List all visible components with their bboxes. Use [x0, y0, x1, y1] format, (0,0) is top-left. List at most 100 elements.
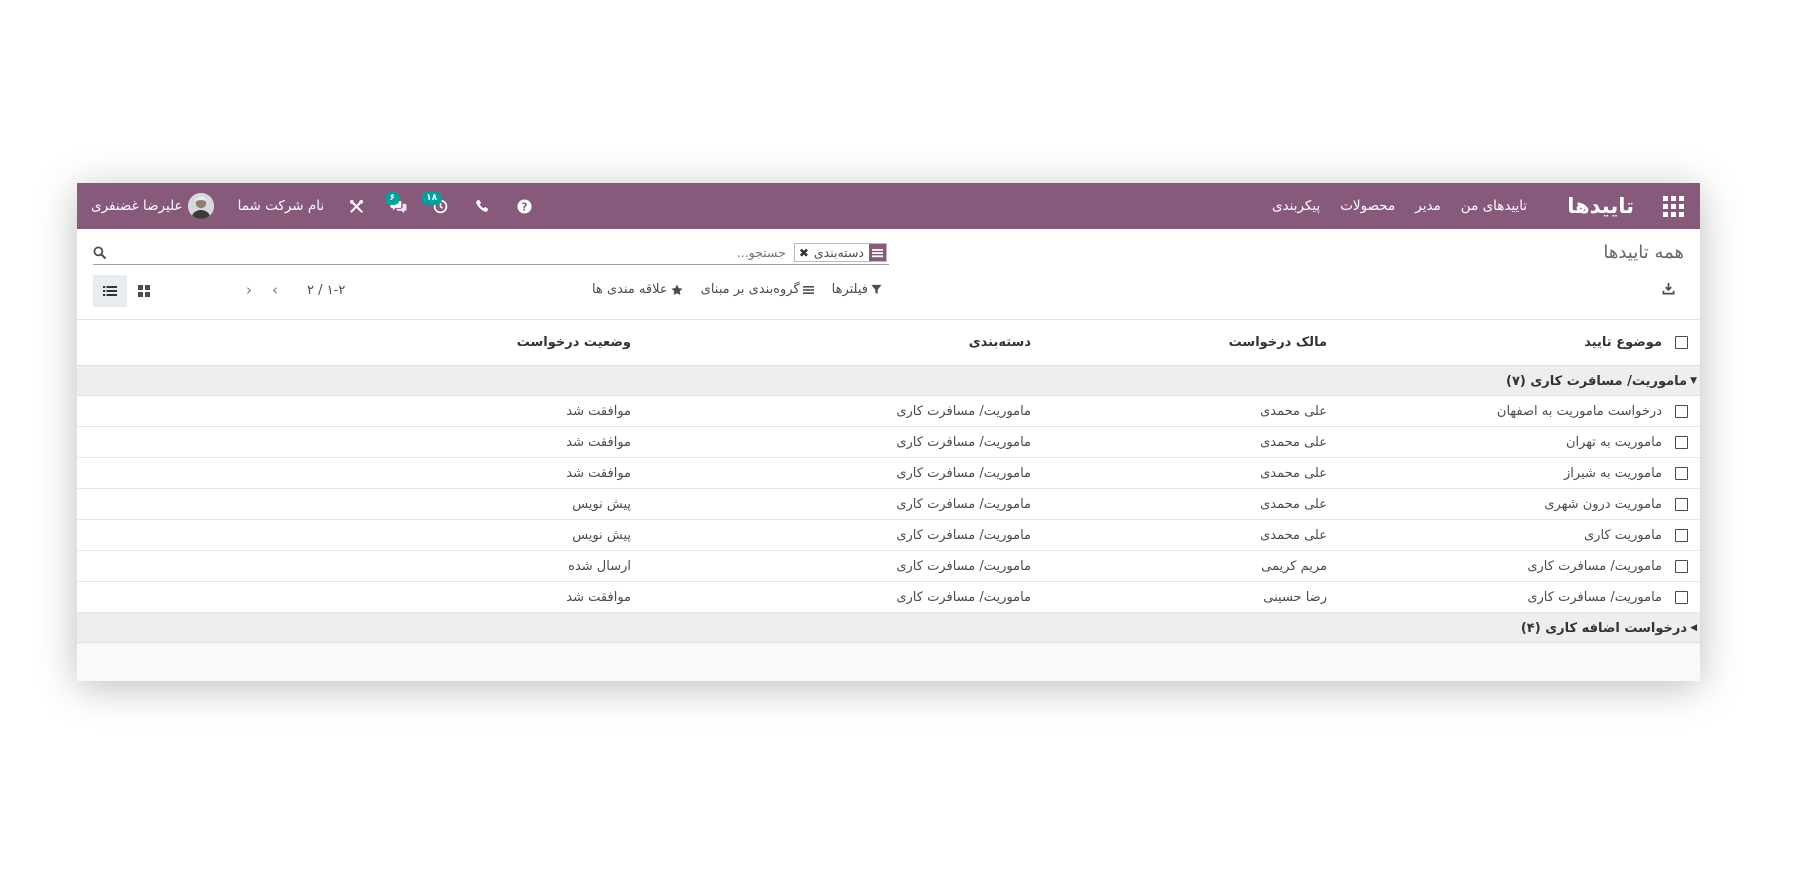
cell-category: ماموریت/ مسافرت کاری: [631, 581, 1031, 613]
star-icon: [671, 284, 683, 295]
pager-value[interactable]: ۱-۲ / ۲: [307, 283, 345, 298]
table-row[interactable]: ماموریت درون شهری علی محمدی ماموریت/ مسا…: [77, 488, 1700, 520]
pager: ۱-۲ / ۲ › ‹: [233, 281, 345, 299]
group-cell: ◀ درخواست اضافه کاری (۴): [77, 612, 1700, 643]
cell-owner: علی محمدی: [1031, 426, 1327, 458]
row-checkbox[interactable]: [1674, 590, 1688, 604]
messages-icon[interactable]: ۶: [384, 192, 408, 216]
approvals-table: موضوع تایید مالک درخواست دسته‌بندی وضعیت…: [77, 320, 1700, 643]
row-select-cell: [1662, 519, 1700, 551]
cell-category: ماموریت/ مسافرت کاری: [631, 550, 1031, 582]
facet-remove-icon[interactable]: ✖: [795, 246, 809, 260]
row-checkbox[interactable]: [1674, 404, 1688, 418]
table-header-row: موضوع تایید مالک درخواست دسته‌بندی وضعیت…: [77, 320, 1700, 366]
message-count-badge: ۶: [384, 192, 401, 205]
main-menu: تاییدهای من مدیر محصولات پیکربندی: [1252, 198, 1527, 214]
cell-state: موافقت شد: [77, 457, 631, 489]
table-row[interactable]: ماموریت/ مسافرت کاری مریم کریمی ماموریت/…: [77, 550, 1700, 582]
menu-manager[interactable]: مدیر: [1415, 198, 1441, 214]
cell-owner: مریم کریمی: [1031, 550, 1327, 582]
group-by-button[interactable]: گروه‌بندی بر مبنای: [701, 282, 814, 297]
activity-count-badge: ۱۸: [421, 192, 443, 205]
kanban-view-icon: [138, 285, 150, 297]
cell-category: ماموریت/ مسافرت کاری: [631, 426, 1031, 458]
favorites-label: علاقه مندی ها: [591, 282, 668, 297]
cell-subject: ماموریت/ مسافرت کاری: [1327, 550, 1662, 582]
cell-subject: درخواست ماموریت به اصفهان: [1327, 395, 1662, 427]
cell-state: موافقت شد: [77, 426, 631, 458]
search-input[interactable]: [177, 245, 794, 260]
row-checkbox[interactable]: [1674, 497, 1688, 511]
header-subject[interactable]: موضوع تایید: [1327, 320, 1662, 366]
user-name: علیرضا غضنفری: [91, 198, 183, 214]
list-view-button[interactable]: [93, 275, 127, 307]
row-select-cell: [1662, 581, 1700, 613]
pager-next-icon[interactable]: ›: [265, 281, 285, 299]
table-row[interactable]: درخواست ماموریت به اصفهان علی محمدی مامو…: [77, 395, 1700, 427]
cell-state: پیش نویس: [77, 519, 631, 551]
row-checkbox[interactable]: [1674, 435, 1688, 449]
row-select-cell: [1662, 550, 1700, 582]
filters-button[interactable]: فیلترها: [832, 282, 882, 297]
cell-owner: رضا حسینی: [1031, 581, 1327, 613]
activity-clock-icon[interactable]: ۱۸: [421, 192, 450, 216]
menu-products[interactable]: محصولات: [1340, 198, 1395, 214]
filter-icon: [871, 284, 882, 295]
menu-my-approvals[interactable]: تاییدهای من: [1461, 198, 1527, 214]
app-brand[interactable]: تاییدها: [1567, 194, 1634, 218]
kanban-view-button[interactable]: [127, 275, 161, 307]
row-select-cell: [1662, 395, 1700, 427]
company-switcher[interactable]: نام شرکت شما: [238, 198, 324, 214]
search-bar: دسته‌بندی ✖: [93, 241, 889, 265]
user-menu[interactable]: علیرضا غضنفری: [91, 193, 214, 219]
cell-category: ماموریت/ مسافرت کاری: [631, 519, 1031, 551]
cell-state: موافقت شد: [77, 395, 631, 427]
row-select-cell: [1662, 457, 1700, 489]
cell-state: موافقت شد: [77, 581, 631, 613]
cell-state: پیش نویس: [77, 488, 631, 520]
caret-down-icon: ▼: [1690, 376, 1697, 387]
cell-subject: ماموریت کاری: [1327, 519, 1662, 551]
select-all-checkbox[interactable]: [1674, 336, 1688, 349]
row-checkbox[interactable]: [1674, 466, 1688, 480]
cell-subject: ماموریت به تهران: [1327, 426, 1662, 458]
table-row[interactable]: ماموریت به تهران علی محمدی ماموریت/ مساف…: [77, 426, 1700, 458]
group-by-label: گروه‌بندی بر مبنای: [700, 282, 800, 297]
group-header[interactable]: ▼ ماموریت/ مسافرت کاری (۷): [1506, 374, 1700, 389]
table-row[interactable]: ماموریت/ مسافرت کاری رضا حسینی ماموریت/ …: [77, 581, 1700, 613]
row-checkbox[interactable]: [1674, 528, 1688, 542]
group-row-overtime[interactable]: ◀ درخواست اضافه کاری (۴): [77, 612, 1700, 643]
group-row-business-trip[interactable]: ▼ ماموریت/ مسافرت کاری (۷): [77, 365, 1700, 396]
group-header[interactable]: ◀ درخواست اضافه کاری (۴): [1521, 621, 1700, 636]
list-footer-space: [77, 643, 1700, 681]
cell-subject: ماموریت درون شهری: [1327, 488, 1662, 520]
cell-category: ماموریت/ مسافرت کاری: [631, 457, 1031, 489]
table-row[interactable]: ماموریت به شیراز علی محمدی ماموریت/ مساف…: [77, 457, 1700, 489]
cell-subject: ماموریت/ مسافرت کاری: [1327, 581, 1662, 613]
apps-menu-icon[interactable]: [1662, 195, 1684, 217]
group-label: ماموریت/ مسافرت کاری (۷): [1506, 373, 1688, 389]
app-window: تاییدها تاییدهای من مدیر محصولات پیکربند…: [77, 183, 1700, 681]
select-all-cell: [1662, 320, 1700, 366]
download-icon[interactable]: [1662, 280, 1675, 299]
phone-icon[interactable]: [472, 196, 492, 216]
search-options: فیلترها گروه‌بندی بر مبنای علاقه مندی ها: [574, 282, 882, 297]
pager-previous-icon[interactable]: ‹: [239, 281, 259, 299]
breadcrumb: همه تاییدها: [1603, 242, 1684, 263]
search-icon[interactable]: [93, 246, 106, 259]
row-checkbox[interactable]: [1674, 559, 1688, 573]
cell-owner: علی محمدی: [1031, 395, 1327, 427]
group-label: درخواست اضافه کاری (۴): [1520, 620, 1688, 636]
top-navbar: تاییدها تاییدهای من مدیر محصولات پیکربند…: [77, 183, 1700, 229]
cell-category: ماموریت/ مسافرت کاری: [631, 488, 1031, 520]
header-state[interactable]: وضعیت درخواست: [77, 320, 631, 366]
favorites-button[interactable]: علاقه مندی ها: [592, 282, 683, 297]
help-icon[interactable]: ?: [514, 196, 534, 216]
header-category[interactable]: دسته‌بندی: [631, 320, 1031, 366]
row-select-cell: [1662, 426, 1700, 458]
header-owner[interactable]: مالک درخواست: [1031, 320, 1327, 366]
facet-value: دسته‌بندی: [813, 245, 864, 260]
table-row[interactable]: ماموریت کاری علی محمدی ماموریت/ مسافرت ک…: [77, 519, 1700, 551]
tools-icon[interactable]: [346, 196, 366, 216]
menu-configuration[interactable]: پیکربندی: [1272, 198, 1320, 214]
